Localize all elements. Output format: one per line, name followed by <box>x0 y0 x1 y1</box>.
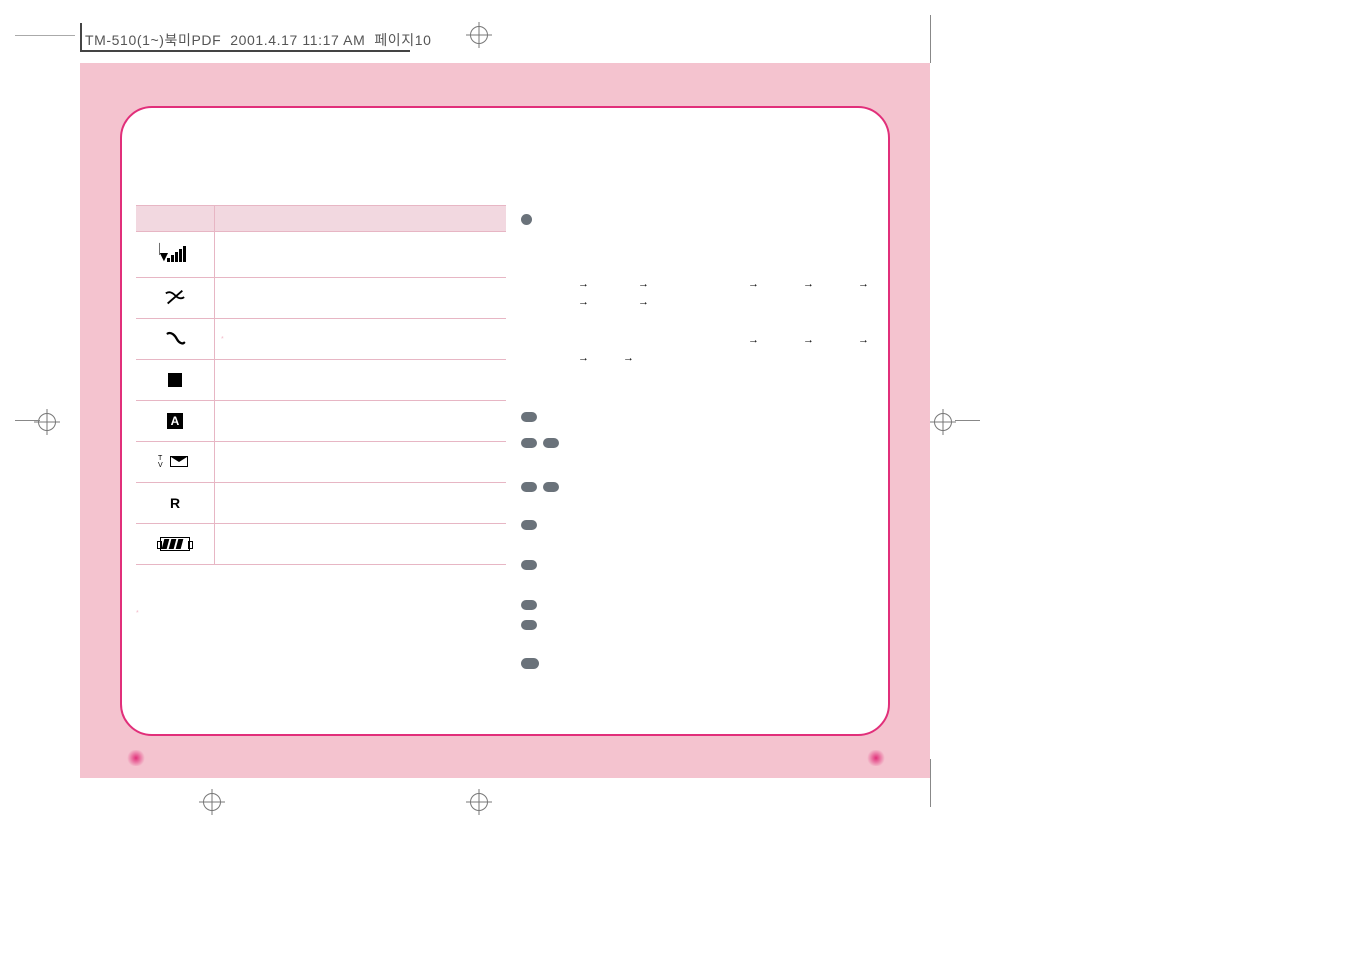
key-ref-1 <box>521 560 906 570</box>
key-ref-0 <box>521 520 906 530</box>
signal-strength-icon: ▼ │ <box>136 232 215 277</box>
analog-indicator-icon: A <box>136 401 215 441</box>
table-row: ▼ │ <box>136 232 506 278</box>
key-pill-icon <box>521 620 537 630</box>
digital-indicator-desc <box>215 360 506 400</box>
right-intro-block <box>521 214 906 225</box>
key-pill-icon <box>543 438 559 448</box>
key-pill-icon <box>521 600 537 610</box>
key-pill-icon <box>521 520 537 530</box>
arrow-icon: → <box>621 352 636 364</box>
arrow-icon: → <box>636 278 651 290</box>
crop-hmark-left <box>15 420 40 421</box>
manual-page: TM-510(1~)북미PDF 2001.4.17 11:17 AM 페이지10… <box>0 0 1351 954</box>
battery-icon <box>136 524 215 564</box>
signal-strength-desc <box>215 232 506 277</box>
key-pill-icon <box>521 482 537 492</box>
key-ref-hash <box>521 620 906 630</box>
digital-indicator-icon <box>136 360 215 400</box>
arrow-icon: → <box>636 296 651 308</box>
arrow-icon: → <box>801 334 816 346</box>
message-icon: TV <box>136 442 215 482</box>
arrow-icon: → <box>801 278 816 290</box>
crop-hmark-1 <box>15 35 75 36</box>
arrow-icon: → <box>856 334 871 346</box>
key-ref-star <box>521 412 906 422</box>
display-icons-table: ▼ │ * <box>136 205 506 565</box>
key-pill-icon <box>521 560 537 570</box>
battery-desc <box>215 524 506 564</box>
table-footnote: * <box>136 610 139 617</box>
regmark-top <box>466 22 492 48</box>
table-row: * <box>136 319 506 360</box>
no-service-desc <box>215 278 506 318</box>
clr-key-pill-icon <box>521 658 539 669</box>
key-pill-icon <box>521 438 537 448</box>
file-label-underline <box>80 50 410 52</box>
key-pill-icon <box>543 482 559 492</box>
accent-dot-right <box>862 750 890 766</box>
table-row <box>136 278 506 319</box>
accent-dot-left <box>122 750 150 766</box>
crop-mark-bottom-right <box>930 759 931 807</box>
crop-hmark-right <box>955 420 980 421</box>
regmark-bottom-1 <box>466 789 492 815</box>
table-row <box>136 360 506 401</box>
arrow-sequence-1b: → → <box>521 296 906 306</box>
regmark-right <box>930 409 956 435</box>
arrow-sequence-2b: → → <box>521 352 906 362</box>
table-header-icon <box>136 206 215 231</box>
in-use-icon <box>136 319 215 359</box>
arrow-icon: → <box>576 296 591 308</box>
key-ref-2-9 <box>521 438 906 448</box>
crop-mark-top-right <box>930 15 931 63</box>
regmark-left <box>34 409 60 435</box>
arrow-icon: → <box>856 278 871 290</box>
key-ref-0-9 <box>521 482 906 492</box>
table-header-desc <box>215 206 506 231</box>
analog-indicator-desc <box>215 401 506 441</box>
bullet-icon <box>521 214 532 225</box>
roaming-desc <box>215 483 506 523</box>
arrow-icon: → <box>576 352 591 364</box>
table-header-row <box>136 206 506 232</box>
source-file-label: TM-510(1~)북미PDF 2001.4.17 11:17 AM 페이지10 <box>85 30 432 50</box>
table-row: A <box>136 401 506 442</box>
key-pill-icon <box>521 412 537 422</box>
arrow-icon: → <box>746 334 761 346</box>
message-desc <box>215 442 506 482</box>
table-row: R <box>136 483 506 524</box>
no-service-icon <box>136 278 215 318</box>
key-ref-star-2 <box>521 600 906 610</box>
in-use-desc: * <box>215 319 506 359</box>
arrow-icon: → <box>576 278 591 290</box>
table-row <box>136 524 506 564</box>
file-label-bar <box>80 23 82 50</box>
roaming-icon: R <box>136 483 215 523</box>
regmark-bottom-2 <box>199 789 225 815</box>
key-ref-clr <box>521 658 906 669</box>
arrow-icon: → <box>746 278 761 290</box>
table-row: TV <box>136 442 506 483</box>
